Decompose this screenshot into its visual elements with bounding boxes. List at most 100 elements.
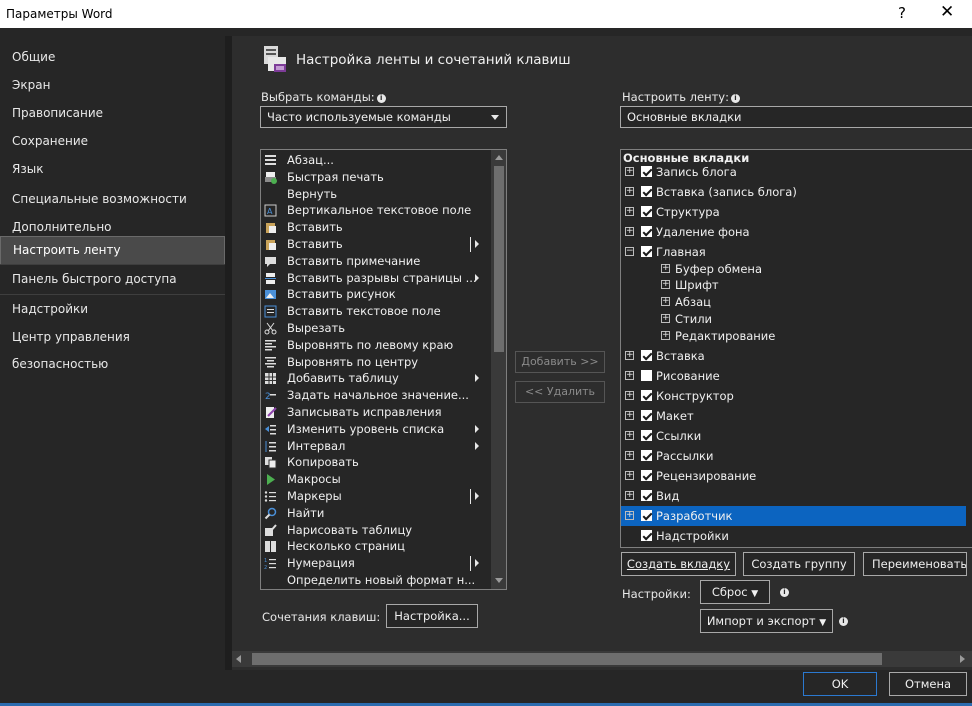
scroll-right-icon[interactable]	[960, 655, 965, 663]
expand-icon[interactable]: +	[661, 330, 670, 340]
tree-item[interactable]: + Рисование	[621, 366, 966, 386]
expand-icon[interactable]: +	[625, 167, 634, 176]
command-item[interactable]: Вставить разрывы страницы ...	[261, 270, 489, 287]
command-item[interactable]: A Вертикальное текстовое поле	[261, 202, 489, 219]
tab-checkbox[interactable]	[641, 389, 652, 401]
expand-icon[interactable]: +	[661, 263, 670, 273]
collapse-icon[interactable]: −	[625, 247, 634, 256]
tree-item[interactable]: Надстройки	[621, 526, 966, 546]
tab-checkbox[interactable]	[641, 489, 652, 501]
nav-item-4[interactable]: Язык	[0, 156, 225, 185]
tree-item[interactable]: + Макет	[621, 406, 966, 426]
tab-checkbox[interactable]	[641, 349, 652, 361]
command-item[interactable]: 2 Задать начальное значение...	[261, 387, 489, 404]
tab-checkbox[interactable]	[641, 469, 652, 481]
nav-item-2[interactable]: Правописание	[0, 100, 225, 129]
tab-checkbox[interactable]	[641, 509, 652, 521]
ok-button[interactable]: OK	[803, 672, 877, 696]
tab-checkbox[interactable]	[641, 166, 652, 177]
remove-button[interactable]: << Удалить	[515, 381, 605, 403]
command-item[interactable]: Интервал	[261, 438, 489, 455]
command-item[interactable]: Маркеры	[261, 488, 489, 505]
tree-item[interactable]: + Разработчик	[621, 505, 966, 526]
command-item[interactable]: Вставить	[261, 236, 489, 253]
horizontal-scrollbar[interactable]	[232, 651, 972, 667]
tab-checkbox[interactable]	[641, 186, 652, 197]
expand-icon[interactable]: +	[625, 430, 634, 440]
tab-checkbox[interactable]	[641, 449, 652, 461]
command-item[interactable]: Найти	[261, 505, 489, 522]
command-item[interactable]: Выровнять по левому краю	[261, 337, 489, 354]
command-item[interactable]: Быстрая печать	[261, 169, 489, 186]
customize-ribbon-dropdown[interactable]: Основные вкладки	[620, 106, 972, 128]
expand-icon[interactable]: +	[625, 470, 634, 480]
tree-item[interactable]: + Рецензирование	[621, 466, 966, 486]
command-item[interactable]: Записывать исправления	[261, 404, 489, 421]
horizontal-scroll-thumb[interactable]	[252, 653, 882, 665]
nav-item-3[interactable]: Сохранение	[0, 128, 225, 157]
tab-checkbox[interactable]	[641, 369, 652, 381]
nav-item-9[interactable]: Надстройки	[0, 296, 225, 325]
tab-checkbox[interactable]	[641, 226, 652, 237]
expand-icon[interactable]: +	[625, 510, 634, 520]
expand-icon[interactable]: +	[625, 227, 634, 236]
nav-item-8[interactable]: Панель быстрого доступа	[0, 266, 225, 295]
command-item[interactable]: Несколько страниц	[261, 538, 489, 555]
command-item[interactable]: Абзац...	[261, 152, 489, 169]
tree-item[interactable]: + Удаление фона	[621, 222, 966, 242]
scroll-up-icon[interactable]	[495, 155, 503, 160]
tab-checkbox[interactable]	[641, 409, 652, 421]
tree-item[interactable]: + Рассылки	[621, 446, 966, 466]
command-item[interactable]: 1 2 Нумерация	[261, 555, 489, 572]
tree-item[interactable]: + Вид	[621, 486, 966, 506]
tree-item[interactable]: + Редактирование	[621, 326, 966, 346]
command-item[interactable]: Вставить текстовое поле	[261, 303, 489, 320]
tab-checkbox[interactable]	[641, 429, 652, 441]
choose-commands-dropdown[interactable]: Часто используемые команды	[260, 106, 507, 128]
expand-icon[interactable]: +	[661, 280, 670, 290]
tree-item[interactable]: + Конструктор	[621, 386, 966, 406]
command-item[interactable]: Вырезать	[261, 320, 489, 337]
expand-icon[interactable]: +	[625, 410, 634, 420]
expand-icon[interactable]: +	[625, 350, 634, 360]
tree-item[interactable]: + Запись блога	[621, 162, 966, 182]
close-button[interactable]: ✕	[940, 2, 954, 22]
scroll-down-icon[interactable]	[495, 578, 503, 583]
nav-item-5[interactable]: Специальные возможности	[0, 186, 225, 215]
shortcuts-customize-button[interactable]: Настройка...	[386, 604, 478, 628]
command-item[interactable]: Вставить примечание	[261, 253, 489, 270]
expand-icon[interactable]: +	[661, 297, 670, 307]
expand-icon[interactable]: +	[625, 207, 634, 216]
nav-item-1[interactable]: Экран	[0, 72, 225, 101]
expand-icon[interactable]: +	[625, 187, 634, 196]
tab-checkbox[interactable]	[641, 206, 652, 217]
tree-item[interactable]: + Вставка	[621, 346, 966, 366]
expand-icon[interactable]: +	[661, 313, 670, 323]
command-item[interactable]: Вставить	[261, 219, 489, 236]
tab-checkbox[interactable]	[641, 529, 652, 541]
command-item[interactable]: Добавить таблицу	[261, 370, 489, 387]
ribbon-tree[interactable]: Основные вкладки + Запись блога + Вставка (…	[620, 149, 972, 548]
nav-item-7[interactable]: Настроить ленту	[0, 236, 225, 265]
import-export-button[interactable]: Импорт и экспорт ▼	[700, 609, 833, 633]
expand-icon[interactable]: +	[625, 450, 634, 460]
tab-checkbox[interactable]	[641, 246, 652, 257]
new-group-button[interactable]: Создать группу	[743, 552, 855, 576]
scroll-left-icon[interactable]	[236, 655, 241, 663]
tree-item[interactable]: + Ссылки	[621, 426, 966, 446]
command-item[interactable]: Вернуть	[261, 186, 489, 203]
command-item[interactable]: Изменить уровень списка	[261, 421, 489, 438]
cancel-button[interactable]: Отмена	[889, 672, 967, 696]
tree-item[interactable]: + Вставка (запись блога)	[621, 182, 966, 202]
add-button[interactable]: Добавить >>	[515, 351, 605, 373]
command-item[interactable]: Нарисовать таблицу	[261, 522, 489, 539]
new-tab-button[interactable]: Создать вкладку	[621, 552, 736, 576]
expand-icon[interactable]: +	[625, 490, 634, 500]
command-item[interactable]: Копировать	[261, 454, 489, 471]
tree-item[interactable]: + Структура	[621, 202, 966, 222]
command-item[interactable]: Вставить рисунок	[261, 286, 489, 303]
commands-list[interactable]: Определить новый формат н... 1 2 Нумерация Н…	[260, 149, 507, 590]
command-item[interactable]: Выровнять по центру	[261, 354, 489, 371]
rename-button[interactable]: Переименовать...	[863, 552, 967, 576]
command-item[interactable]: Определить новый формат н...	[261, 572, 489, 589]
